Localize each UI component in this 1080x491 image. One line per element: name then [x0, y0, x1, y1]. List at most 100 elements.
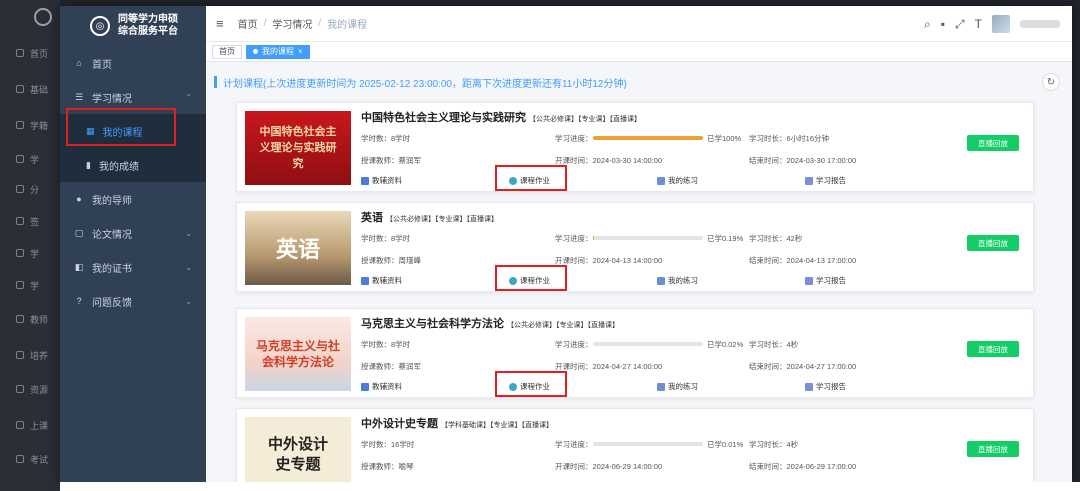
course-hours: 学时数：8学时	[361, 134, 411, 143]
plan-header-bar	[214, 76, 217, 88]
course-teacher: 授课教师：周瑾峰	[361, 256, 421, 265]
course-materials-link[interactable]: 教辅资料	[361, 175, 402, 186]
bg-item: 学籍	[0, 110, 60, 140]
home-icon: ⌂	[76, 58, 82, 68]
course-progress-text: 已学100%	[707, 134, 742, 143]
course-materials-link[interactable]: 教辅资料	[361, 381, 402, 392]
sidebar-item-home[interactable]: ⌂ 首页	[60, 46, 206, 80]
course-card: 马克思主义与社会科学方法论 马克思主义与社会科学方法论 【公共必修课】【专业课】【…	[236, 308, 1034, 398]
replay-button[interactable]: 直播回放	[967, 235, 1019, 251]
course-hours: 学时数：8学时	[361, 234, 411, 243]
course-hours: 学时数：8学时	[361, 340, 411, 349]
course-thumbnail[interactable]: 中国特色社会主义理论与实践研究	[245, 111, 351, 185]
course-progress-label: 学习进度：	[555, 440, 593, 449]
logo: ◎ 同等学力申硕 综合服务平台	[60, 6, 206, 46]
bg-item: 教师	[0, 304, 60, 334]
course-progress-label: 学习进度：	[555, 134, 593, 143]
replay-button[interactable]: 直播回放	[967, 135, 1019, 151]
course-duration: 学习时长：6小时16分钟	[749, 134, 830, 143]
chevron-down-icon: ⌄	[185, 296, 192, 306]
course-title[interactable]: 中国特色社会主义理论与实践研究 【公共必修课】【专业课】【直播课】	[361, 109, 641, 125]
course-exercise-link[interactable]: 我的练习	[657, 381, 698, 392]
bg-item: 学	[0, 144, 60, 174]
course-start: 开课时间：2024-04-13 14:00:00	[555, 256, 663, 265]
tags-view: 首页 我的课程 ×	[206, 42, 1072, 62]
question-icon: ?	[76, 296, 82, 306]
search-icon[interactable]: ⌕	[924, 17, 931, 32]
exercise-icon	[657, 176, 665, 185]
sidebar-item-certificates[interactable]: ◧ 我的证书 ⌄	[60, 250, 206, 284]
course-duration: 学习时长：4秒	[749, 440, 799, 449]
bg-item: 基础	[0, 74, 60, 104]
replay-button[interactable]: 直播回放	[967, 341, 1019, 357]
course-card: 中国特色社会主义理论与实践研究 中国特色社会主义理论与实践研究 【公共必修课】【专…	[236, 102, 1034, 192]
course-card: 中外设计史专题 中外设计史专题 【学科基础课】【专业课】【直播课】 学时数：16学…	[236, 408, 1034, 482]
bg-item: 分	[0, 174, 60, 204]
course-progress-bar	[593, 342, 703, 346]
course-title[interactable]: 中外设计史专题 【学科基础课】【专业课】【直播课】	[361, 415, 553, 431]
course-duration: 学习时长：4秒	[749, 340, 799, 349]
course-exercise-link[interactable]: 我的练习	[657, 175, 698, 186]
highlight-box-my-courses	[66, 108, 176, 146]
background-logo-icon	[34, 8, 52, 26]
document-icon: ▢	[74, 227, 84, 238]
sidebar-item-feedback[interactable]: ? 问题反馈 ⌄	[60, 284, 206, 318]
breadcrumb-study[interactable]: 学习情况	[272, 16, 312, 31]
breadcrumb-home[interactable]: 首页	[238, 16, 258, 31]
sidebar-item-thesis[interactable]: ▢ 论文情况 ⌄	[60, 216, 206, 250]
bg-item: 首页	[0, 38, 60, 68]
course-progress-text: 已学0.01%	[707, 440, 744, 449]
exercise-icon	[657, 382, 665, 391]
replay-button[interactable]: 直播回放	[967, 441, 1019, 457]
font-size-icon[interactable]: T	[975, 17, 982, 31]
course-hours: 学时数：16学时	[361, 440, 415, 449]
course-report-link[interactable]: 学习报告	[805, 381, 846, 392]
tag-home[interactable]: 首页	[212, 44, 242, 59]
user-name-blurred[interactable]	[1020, 20, 1060, 28]
app-window: ◎ 同等学力申硕 综合服务平台 ⌂ 首页 ☰ 学习情况 ⌃ ▦ 我的课程 ▮ 我…	[60, 6, 1072, 482]
tag-my-courses[interactable]: 我的课程 ×	[246, 44, 310, 59]
fullscreen-icon[interactable]: ⤢	[955, 17, 965, 32]
plan-header: 计划课程(上次进度更新时间为 2025-02-12 23:00:00，距离下次进…	[214, 70, 1064, 94]
logo-icon: ◎	[90, 16, 110, 36]
highlight-box-homework	[495, 371, 567, 397]
course-report-link[interactable]: 学习报告	[805, 175, 846, 186]
course-progress-label: 学习进度：	[555, 340, 593, 349]
chevron-up-icon: ⌃	[185, 92, 192, 102]
sidebar-item-my-tutor[interactable]: ● 我的导师	[60, 182, 206, 216]
bar-chart-icon: ▮	[86, 159, 91, 170]
course-exercise-link[interactable]: 我的练习	[657, 275, 698, 286]
course-end: 结束时间：2024-06-29 17:00:00	[749, 462, 857, 471]
background-sidebar: 首页 基础 学籍 学 分 签 学 学 教师 培养 资源 上课 考试	[0, 0, 60, 491]
avatar[interactable]	[992, 15, 1010, 33]
course-start: 开课时间：2024-03-30 14:00:00	[555, 156, 663, 165]
course-progress-bar	[593, 442, 703, 446]
report-icon	[805, 382, 813, 391]
logo-text: 同等学力申硕 综合服务平台	[118, 14, 178, 37]
course-materials-link[interactable]: 教辅资料	[361, 275, 402, 286]
course-start: 开课时间：2024-06-29 14:00:00	[555, 462, 663, 471]
course-teacher: 授课教师：蔡润军	[361, 362, 421, 371]
course-progress-bar	[593, 136, 703, 140]
certificate-icon: ◧	[74, 261, 84, 272]
message-icon[interactable]: ▪	[941, 17, 945, 31]
course-thumbnail[interactable]: 马克思主义与社会科学方法论	[245, 317, 351, 391]
hamburger-icon[interactable]: ≡	[216, 16, 224, 31]
course-report-link[interactable]: 学习报告	[805, 275, 846, 286]
course-progress-text: 已学0.02%	[707, 340, 744, 349]
bg-item: 上课	[0, 410, 60, 440]
course-thumbnail[interactable]: 英语	[245, 211, 351, 285]
report-icon	[805, 176, 813, 185]
sidebar-item-my-grades[interactable]: ▮ 我的成绩	[60, 148, 206, 182]
course-title[interactable]: 英语 【公共必修课】【专业课】【直播课】	[361, 209, 498, 225]
course-title[interactable]: 马克思主义与社会科学方法论 【公共必修课】【专业课】【直播课】	[361, 315, 619, 331]
refresh-icon[interactable]: ↻	[1042, 73, 1060, 91]
bg-item: 学	[0, 270, 60, 300]
user-icon: ●	[76, 194, 82, 204]
course-thumbnail[interactable]: 中外设计史专题	[245, 417, 351, 482]
chevron-down-icon: ⌄	[185, 228, 192, 238]
close-icon[interactable]: ×	[298, 47, 303, 56]
course-start: 开课时间：2024-04-27 14:00:00	[555, 362, 663, 371]
report-icon	[805, 276, 813, 285]
course-teacher: 授课教师：喻琴	[361, 462, 414, 471]
